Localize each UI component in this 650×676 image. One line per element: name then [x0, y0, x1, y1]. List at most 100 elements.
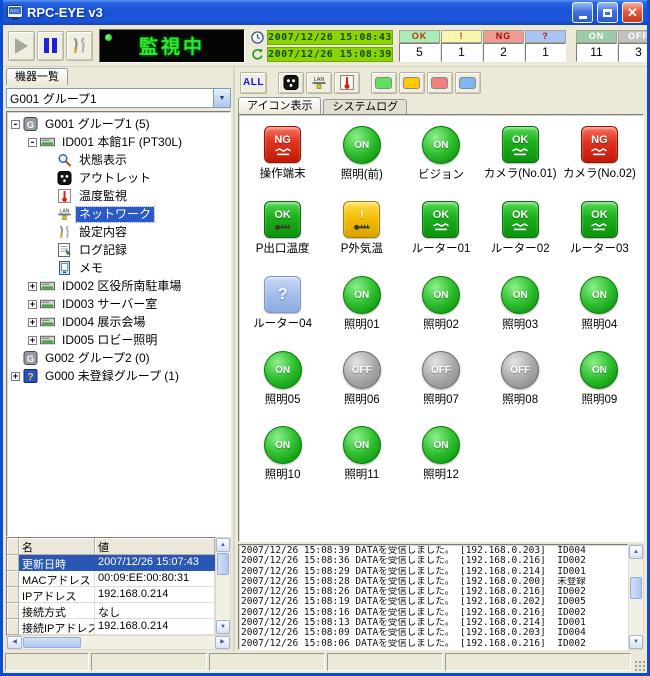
device-status-on-icon[interactable]: ON: [343, 276, 381, 314]
property-row[interactable]: 接続方式なし: [7, 603, 215, 619]
tree-item-label[interactable]: ログ記録: [76, 243, 130, 258]
tab-system-log[interactable]: システムログ: [323, 99, 407, 114]
expand-icon[interactable]: +: [28, 336, 37, 345]
filter-network-button[interactable]: LAN: [306, 72, 332, 94]
device-status-ng-icon[interactable]: NG: [581, 126, 618, 163]
tree-item-label[interactable]: ID003 サーバー室: [59, 297, 160, 312]
scroll-track[interactable]: [82, 636, 215, 649]
collapse-icon[interactable]: -: [28, 138, 37, 147]
tree-item-label[interactable]: ID001 本館1F (PT30L): [59, 135, 185, 150]
tree-item[interactable]: アウトレット: [8, 169, 230, 187]
device-status-on-icon[interactable]: ON: [501, 276, 539, 314]
show-all-button[interactable]: ALL: [240, 72, 267, 94]
tree-item-label[interactable]: G000 未登録グループ (1): [42, 369, 182, 384]
close-button[interactable]: ✕: [622, 2, 643, 23]
device-status-warn-icon[interactable]: !: [343, 201, 380, 238]
properties-vscroll[interactable]: ▲ ▼: [215, 537, 231, 635]
filter-yellow-button[interactable]: [399, 72, 425, 94]
device-status-off-icon[interactable]: OFF: [343, 351, 381, 389]
tree-item[interactable]: +?G000 未登録グループ (1): [8, 367, 230, 385]
chevron-down-icon[interactable]: ▼: [213, 89, 230, 107]
property-row[interactable]: 接続IPアドレス192.168.0.214: [7, 619, 215, 635]
column-header-name[interactable]: 名: [19, 538, 95, 555]
tree-item-label[interactable]: 状態表示: [76, 153, 130, 168]
expand-icon[interactable]: +: [28, 318, 37, 327]
tree-item-label[interactable]: アウトレット: [76, 171, 154, 186]
tree-item-label[interactable]: G001 グループ1 (5): [42, 117, 153, 132]
device-status-on-icon[interactable]: ON: [580, 351, 618, 389]
tree-item[interactable]: LANネットワーク: [8, 205, 230, 223]
device-status-on-icon[interactable]: ON: [580, 276, 618, 314]
tree-item[interactable]: + ID004 展示会場: [8, 313, 230, 331]
scroll-thumb[interactable]: [23, 637, 81, 648]
expand-icon[interactable]: +: [28, 282, 37, 291]
tree-item[interactable]: メモ: [8, 259, 230, 277]
tree-item-label[interactable]: 設定内容: [76, 225, 130, 240]
device-status-ok-icon[interactable]: OK: [502, 126, 539, 163]
tree-item[interactable]: + ID005 ロビー照明: [8, 331, 230, 349]
pause-monitor-button[interactable]: [37, 31, 64, 61]
tree-item[interactable]: 状態表示: [8, 151, 230, 169]
scroll-thumb[interactable]: [630, 577, 642, 599]
filter-red-button[interactable]: [427, 72, 453, 94]
tree-item-label[interactable]: ID004 展示会場: [59, 315, 148, 330]
device-status-off-icon[interactable]: OFF: [422, 351, 460, 389]
device-status-on-icon[interactable]: ON: [422, 426, 460, 464]
filter-outlet-button[interactable]: [278, 72, 304, 94]
device-status-on-icon[interactable]: ON: [264, 426, 302, 464]
scroll-up-icon[interactable]: ▲: [629, 545, 643, 559]
filter-blue-button[interactable]: [455, 72, 481, 94]
group-select[interactable]: G001 グループ1 ▼: [6, 88, 231, 108]
filter-green-button[interactable]: [371, 72, 397, 94]
column-header-value[interactable]: 値: [95, 538, 215, 555]
tab-icon-view[interactable]: アイコン表示: [238, 97, 321, 114]
device-status-ok-icon[interactable]: OK: [264, 201, 301, 238]
property-row[interactable]: MACアドレス00:09:EE:00:80:31: [7, 571, 215, 587]
filter-temperature-button[interactable]: [334, 72, 360, 94]
device-status-off-icon[interactable]: OFF: [501, 351, 539, 389]
device-status-on-icon[interactable]: ON: [422, 126, 460, 164]
scroll-down-icon[interactable]: ▼: [216, 620, 230, 634]
scroll-right-icon[interactable]: ▶: [215, 636, 230, 649]
device-status-on-icon[interactable]: ON: [422, 276, 460, 314]
device-status-ok-icon[interactable]: OK: [502, 201, 539, 238]
tree-item[interactable]: 設定内容: [8, 223, 230, 241]
property-row[interactable]: IPアドレス192.168.0.214: [7, 587, 215, 603]
tab-device-list[interactable]: 機器一覧: [6, 68, 68, 85]
scroll-thumb[interactable]: [217, 553, 229, 575]
device-status-ok-icon[interactable]: OK: [422, 201, 459, 238]
tree-item[interactable]: -GG001 グループ1 (5): [8, 115, 230, 133]
resize-grip[interactable]: [633, 659, 646, 672]
tree-item-label[interactable]: ID002 区役所南駐車場: [59, 279, 184, 294]
tree-item-label[interactable]: 温度監視: [76, 189, 130, 204]
tree-item[interactable]: + ID003 サーバー室: [8, 295, 230, 313]
scroll-up-icon[interactable]: ▲: [216, 538, 230, 552]
scroll-track[interactable]: [216, 576, 230, 620]
tree-item[interactable]: - ID001 本館1F (PT30L): [8, 133, 230, 151]
scroll-left-icon[interactable]: ◀: [7, 636, 22, 649]
property-row[interactable]: 更新日時2007/12/26 15:07:43: [7, 555, 215, 571]
tree-item[interactable]: GG002 グループ2 (0): [8, 349, 230, 367]
settings-button[interactable]: [66, 31, 93, 61]
tree-item-label[interactable]: ネットワーク: [76, 207, 154, 222]
tree-item[interactable]: ログ記録: [8, 241, 230, 259]
tree-item-label[interactable]: メモ: [76, 261, 106, 276]
device-status-ng-icon[interactable]: NG: [264, 126, 301, 163]
tree-item-label[interactable]: G002 グループ2 (0): [42, 351, 153, 366]
log-vscroll[interactable]: ▲ ▼: [628, 544, 644, 650]
collapse-icon[interactable]: -: [11, 120, 20, 129]
device-status-unknown-icon[interactable]: ?: [264, 276, 301, 313]
tree-item[interactable]: 温度監視: [8, 187, 230, 205]
tree-item[interactable]: + ID002 区役所南駐車場: [8, 277, 230, 295]
device-status-on-icon[interactable]: ON: [343, 426, 381, 464]
maximize-button[interactable]: [597, 2, 618, 23]
expand-icon[interactable]: +: [11, 372, 20, 381]
expand-icon[interactable]: +: [28, 300, 37, 309]
device-status-ok-icon[interactable]: OK: [581, 201, 618, 238]
device-status-on-icon[interactable]: ON: [264, 351, 302, 389]
tree-item-label[interactable]: ID005 ロビー照明: [59, 333, 160, 348]
scroll-down-icon[interactable]: ▼: [629, 635, 643, 649]
minimize-button[interactable]: [572, 2, 593, 23]
device-status-on-icon[interactable]: ON: [343, 126, 381, 164]
properties-hscroll[interactable]: ◀ ▶: [6, 635, 231, 650]
